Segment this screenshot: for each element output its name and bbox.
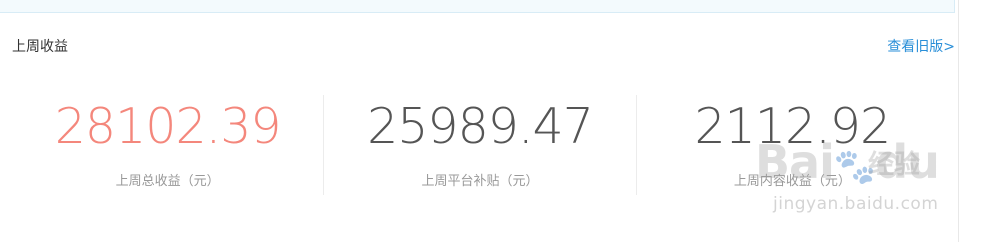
earnings-page: 上周收益 查看旧版> 28102.39 上周总收益（元） 25989.47 上周… bbox=[0, 0, 1000, 242]
stat-value: 2112.92 bbox=[694, 98, 892, 155]
stat-label: 上周总收益（元） bbox=[115, 174, 220, 189]
watermark-url: jingyan.baidu.com bbox=[773, 194, 939, 214]
stat-value: 25989.47 bbox=[367, 98, 594, 155]
section-title: 上周收益 bbox=[12, 39, 68, 55]
view-old-version-link[interactable]: 查看旧版> bbox=[887, 38, 955, 56]
stat-platform-subsidy: 25989.47 上周平台补贴（元） bbox=[323, 95, 635, 195]
stat-content-earnings: 2112.92 上周内容收益（元） bbox=[635, 95, 948, 195]
stat-label: 上周内容收益（元） bbox=[733, 174, 851, 189]
stats-row: 28102.39 上周总收益（元） 25989.47 上周平台补贴（元） 211… bbox=[12, 95, 948, 195]
right-border bbox=[958, 0, 959, 242]
stat-total-earnings: 28102.39 上周总收益（元） bbox=[12, 95, 323, 195]
top-banner bbox=[0, 0, 955, 13]
stat-label: 上周平台补贴（元） bbox=[421, 174, 539, 189]
stat-value: 28102.39 bbox=[54, 98, 282, 155]
